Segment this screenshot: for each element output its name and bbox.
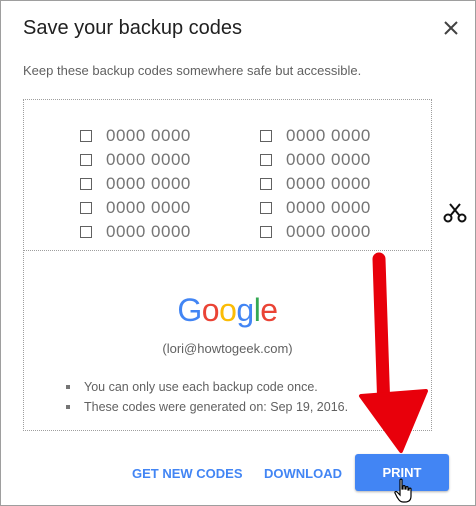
backup-code: 0000 0000 bbox=[106, 198, 191, 217]
codes-column-left: 0000 0000 0000 0000 0000 0000 0000 0000 … bbox=[80, 124, 191, 244]
backup-codes-card: 0000 0000 0000 0000 0000 0000 0000 0000 … bbox=[23, 99, 432, 431]
backup-code: 0000 0000 bbox=[286, 150, 371, 169]
checkbox[interactable] bbox=[80, 130, 92, 142]
backup-codes-dialog: Save your backup codes Keep these backup… bbox=[0, 0, 476, 506]
cut-line bbox=[24, 250, 431, 251]
backup-code: 0000 0000 bbox=[286, 222, 371, 241]
checkbox[interactable] bbox=[260, 202, 272, 214]
dialog-title: Save your backup codes bbox=[23, 17, 243, 39]
get-new-codes-button[interactable]: GET NEW CODES bbox=[132, 466, 243, 481]
checkbox[interactable] bbox=[260, 130, 272, 142]
code-row: 0000 0000 bbox=[260, 124, 371, 148]
code-row: 0000 0000 bbox=[80, 196, 191, 220]
backup-code: 0000 0000 bbox=[106, 174, 191, 193]
checkbox[interactable] bbox=[260, 154, 272, 166]
list-item: These codes were generated on: Sep 19, 2… bbox=[66, 397, 348, 417]
bullet bbox=[66, 405, 70, 409]
code-row: 0000 0000 bbox=[80, 148, 191, 172]
code-row: 0000 0000 bbox=[260, 220, 371, 244]
notes-list: You can only use each backup code once. … bbox=[66, 377, 348, 417]
google-logo: Google bbox=[177, 292, 278, 328]
backup-code: 0000 0000 bbox=[106, 222, 191, 241]
backup-code: 0000 0000 bbox=[286, 198, 371, 217]
codes-column-right: 0000 0000 0000 0000 0000 0000 0000 0000 … bbox=[260, 124, 371, 244]
backup-code: 0000 0000 bbox=[286, 126, 371, 145]
hand-cursor-icon bbox=[394, 478, 412, 503]
backup-code: 0000 0000 bbox=[106, 126, 191, 145]
account-email: (lori@howtogeek.com) bbox=[162, 341, 293, 356]
backup-code: 0000 0000 bbox=[106, 150, 191, 169]
checkbox[interactable] bbox=[80, 154, 92, 166]
checkbox[interactable] bbox=[80, 178, 92, 190]
code-row: 0000 0000 bbox=[80, 172, 191, 196]
scissors-icon bbox=[443, 203, 467, 223]
bullet bbox=[66, 385, 70, 389]
code-row: 0000 0000 bbox=[80, 220, 191, 244]
code-row: 0000 0000 bbox=[260, 172, 371, 196]
note-text: These codes were generated on: Sep 19, 2… bbox=[84, 400, 349, 414]
download-button[interactable]: DOWNLOAD bbox=[264, 466, 342, 481]
note-text: You can only use each backup code once. bbox=[84, 380, 318, 394]
dialog-subtitle: Keep these backup codes somewhere safe b… bbox=[23, 63, 362, 78]
list-item: You can only use each backup code once. bbox=[66, 377, 348, 397]
checkbox[interactable] bbox=[80, 226, 92, 238]
checkbox[interactable] bbox=[260, 226, 272, 238]
close-button[interactable] bbox=[438, 15, 464, 41]
backup-code: 0000 0000 bbox=[286, 174, 371, 193]
close-icon bbox=[444, 21, 458, 35]
checkbox[interactable] bbox=[80, 202, 92, 214]
code-row: 0000 0000 bbox=[80, 124, 191, 148]
checkbox[interactable] bbox=[260, 178, 272, 190]
code-row: 0000 0000 bbox=[260, 196, 371, 220]
code-row: 0000 0000 bbox=[260, 148, 371, 172]
